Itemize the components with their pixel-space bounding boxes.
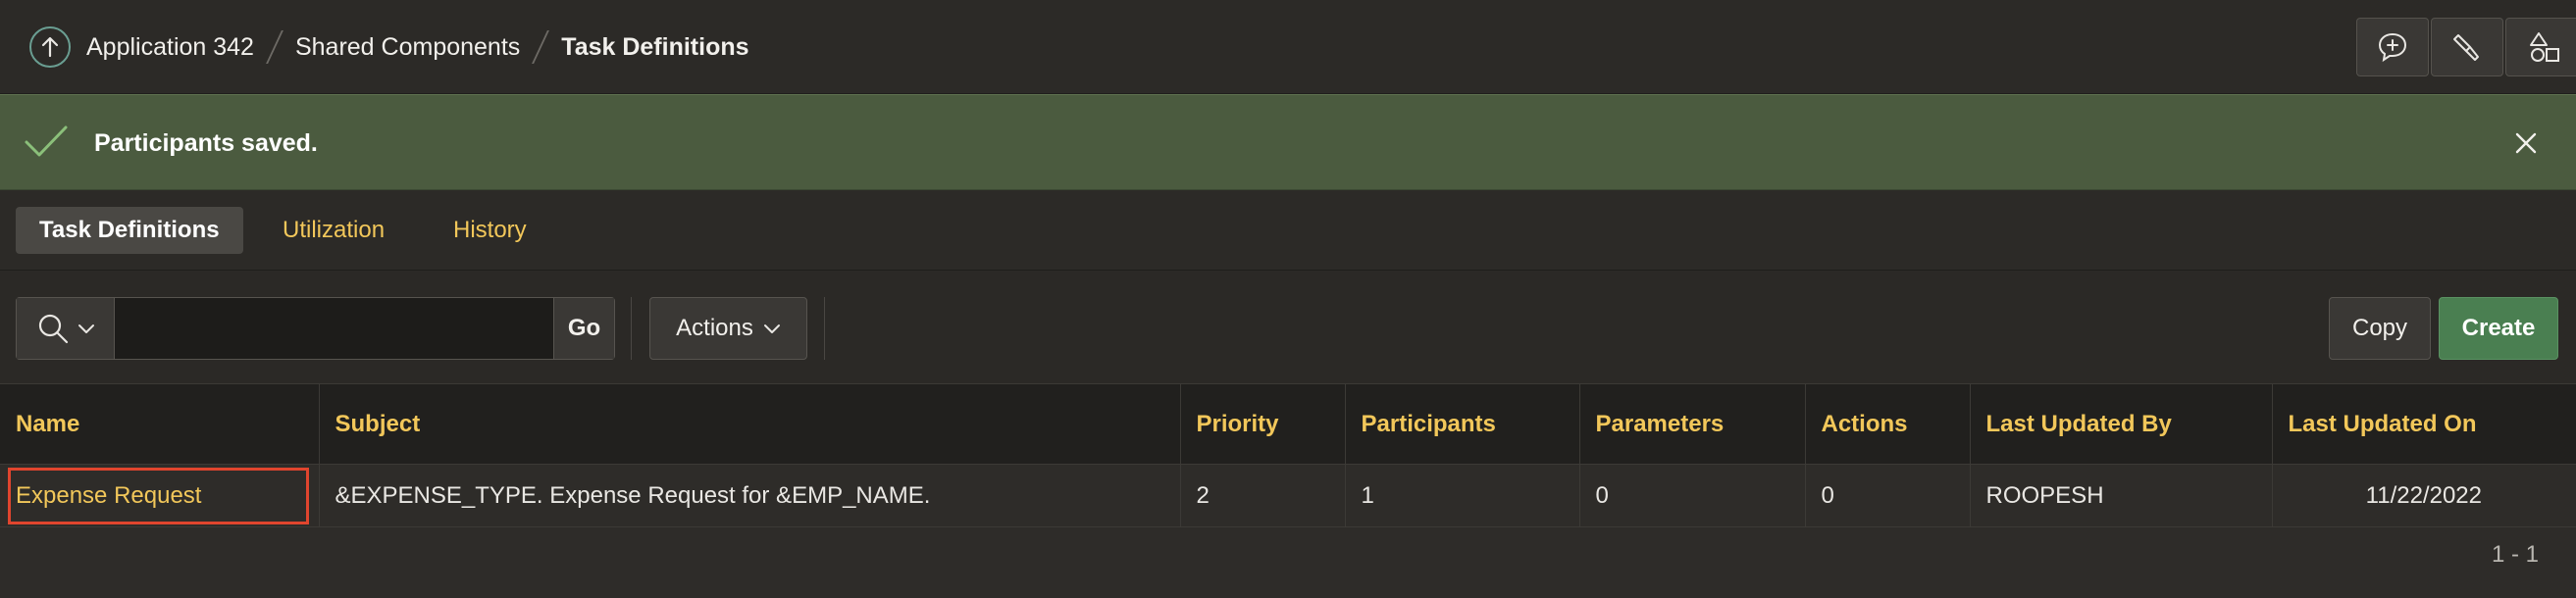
- breadcrumb-shared-components[interactable]: Shared Components: [295, 33, 520, 62]
- success-message-text: Participants saved.: [94, 128, 318, 157]
- toolbar-divider: [824, 297, 825, 360]
- shared-components-shapes-button[interactable]: [2505, 18, 2576, 76]
- pagination-range: 1 - 1: [2492, 541, 2540, 568]
- cell-priority: 2: [1179, 464, 1345, 527]
- breadcrumb-application[interactable]: Application 342: [86, 33, 254, 62]
- add-comment-icon: [2378, 32, 2407, 63]
- top-bar: Application 342 Shared Components Task D…: [0, 0, 2576, 94]
- breadcrumb: Application 342 Shared Components Task D…: [86, 0, 749, 94]
- highlighter-icon: [2453, 34, 2479, 61]
- cell-last-updated-on: 11/22/2022: [2271, 464, 2576, 527]
- tab-utilization[interactable]: Utilization: [259, 207, 408, 254]
- column-header-priority[interactable]: Priority: [1179, 383, 1345, 465]
- close-icon[interactable]: [2511, 128, 2541, 158]
- actions-menu-button[interactable]: Actions: [649, 297, 807, 360]
- task-definition-link[interactable]: Expense Request: [16, 482, 201, 509]
- report-toolbar: Go Actions Copy Create: [0, 271, 2576, 383]
- shapes-icon: [2530, 32, 2559, 62]
- column-header-participants[interactable]: Participants: [1344, 383, 1579, 465]
- search-input[interactable]: [116, 298, 553, 359]
- task-definitions-table: Name Subject Priority Participants Param…: [0, 383, 2576, 527]
- cell-actions: 0: [1804, 464, 1970, 527]
- create-button[interactable]: Create: [2439, 297, 2558, 360]
- column-header-subject[interactable]: Subject: [318, 383, 1180, 465]
- breadcrumb-separator: [266, 30, 283, 64]
- cell-parameters: 0: [1578, 464, 1805, 527]
- cell-name: Expense Request: [0, 464, 319, 527]
- copy-button[interactable]: Copy: [2329, 297, 2431, 360]
- search-column-selector[interactable]: [17, 298, 115, 359]
- breadcrumb-separator: [532, 30, 550, 64]
- markup-button[interactable]: [2431, 18, 2503, 76]
- navigate-up-button[interactable]: [29, 26, 71, 68]
- column-header-last-updated-by[interactable]: Last Updated By: [1969, 383, 2272, 465]
- tab-task-definitions[interactable]: Task Definitions: [16, 207, 243, 254]
- table-row: Expense Request &EXPENSE_TYPE. Expense R…: [0, 464, 2576, 527]
- table-header-row: Name Subject Priority Participants Param…: [0, 383, 2576, 465]
- cell-subject: &EXPENSE_TYPE. Expense Request for &EMP_…: [318, 464, 1180, 527]
- column-header-actions[interactable]: Actions: [1804, 383, 1970, 465]
- chevron-down-icon: [77, 324, 94, 333]
- cell-participants: 1: [1344, 464, 1579, 527]
- go-button[interactable]: Go: [553, 298, 614, 359]
- chevron-down-icon: [763, 324, 780, 333]
- feedback-button[interactable]: [2356, 18, 2429, 76]
- search-icon: [38, 314, 68, 344]
- cell-last-updated-by: ROOPESH: [1969, 464, 2272, 527]
- tab-history[interactable]: History: [430, 207, 550, 254]
- actions-menu-label: Actions: [676, 315, 753, 341]
- column-header-name[interactable]: Name: [0, 383, 319, 465]
- search-bar: Go: [16, 297, 615, 360]
- tab-bar: Task Definitions Utilization History: [0, 190, 2576, 271]
- column-header-last-updated-on[interactable]: Last Updated On: [2271, 383, 2576, 465]
- column-header-parameters[interactable]: Parameters: [1578, 383, 1805, 465]
- toolbar-divider: [631, 297, 632, 360]
- checkmark-icon: [25, 125, 68, 157]
- arrow-up-icon: [41, 36, 59, 58]
- success-message: Participants saved.: [0, 94, 2576, 190]
- breadcrumb-current-page: Task Definitions: [561, 32, 749, 61]
